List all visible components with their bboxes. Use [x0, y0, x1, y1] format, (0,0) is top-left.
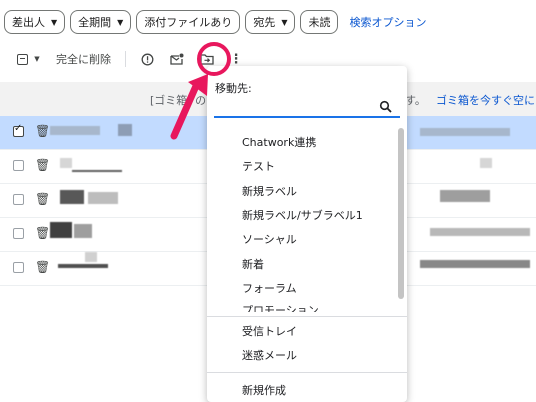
- delete-forever-label: 完全に削除: [56, 53, 111, 66]
- redacted-sender: [88, 192, 118, 204]
- redacted-snippet: [440, 190, 490, 202]
- label-list: Chatwork連携 テスト 新規ラベル 新規ラベル/サブラベル1 ソーシャル …: [207, 130, 407, 312]
- delete-forever-button[interactable]: 完全に削除: [56, 51, 111, 67]
- row-checkbox[interactable]: [13, 228, 24, 239]
- toolbar-divider: [125, 51, 126, 67]
- menu-item-label[interactable]: フォーラム: [207, 276, 407, 300]
- pointer-arrow-icon: [170, 74, 208, 140]
- redacted-sender: [50, 126, 100, 135]
- redacted-sender: [85, 252, 97, 262]
- menu-item-label[interactable]: ソーシャル: [207, 227, 407, 251]
- chevron-down-icon: ▼: [117, 17, 124, 27]
- filter-bar: 差出人 ▼ 全期間 ▼ 添付ファイルあり 宛先 ▼ 未読 検索オプション: [4, 8, 426, 36]
- chevron-down-icon: ▼: [34, 55, 40, 63]
- more-vert-icon: ⋮: [229, 51, 243, 67]
- menu-item-label[interactable]: 新規ラベル: [207, 179, 407, 203]
- move-to-search-input[interactable]: [214, 100, 400, 118]
- search-icon: [379, 100, 392, 113]
- empty-trash-link[interactable]: ゴミ箱を今すぐ空に: [436, 92, 535, 108]
- select-menu-button[interactable]: ▼: [28, 55, 46, 63]
- select-all-checkbox[interactable]: [0, 53, 28, 65]
- menu-item-label[interactable]: Chatwork連携: [207, 130, 407, 154]
- trash-icon: 🗑: [35, 226, 51, 240]
- redacted-sender: [50, 222, 72, 238]
- row-checkbox[interactable]: [13, 123, 24, 137]
- filter-chip-label: 宛先: [253, 16, 276, 29]
- trash-icon: 🗑: [35, 192, 51, 206]
- move-to-title: 移動先:: [215, 82, 252, 95]
- menu-item-spam[interactable]: 迷惑メール: [207, 343, 407, 367]
- checkbox-icon: [17, 53, 28, 65]
- filter-chip-from[interactable]: 差出人 ▼: [4, 10, 66, 34]
- filter-chip-label: 差出人: [12, 16, 45, 29]
- filter-chip-label: 添付ファイルあり: [144, 16, 233, 29]
- search-options-link[interactable]: 検索オプション: [349, 14, 426, 30]
- trash-icon: 🗑: [35, 124, 51, 138]
- redacted-snippet: [420, 128, 510, 136]
- filter-chip-has-attachment[interactable]: 添付ファイルあり: [136, 10, 241, 34]
- chevron-down-icon: ▼: [281, 17, 288, 27]
- menu-divider: [207, 372, 407, 373]
- menu-item-label[interactable]: 新着: [207, 251, 407, 275]
- create-new-section: 新規作成: [207, 378, 407, 402]
- redacted-snippet: [480, 158, 492, 168]
- banner-text-right: す。: [405, 94, 426, 107]
- trash-icon: 🗑: [35, 158, 51, 172]
- row-checkbox[interactable]: [13, 194, 24, 205]
- row-checkbox[interactable]: [13, 160, 24, 171]
- menu-item-label[interactable]: プロモーション: [207, 300, 407, 312]
- system-folder-list: 受信トレイ 迷惑メール: [207, 319, 407, 368]
- menu-divider: [207, 316, 407, 317]
- menu-item-label[interactable]: 新規ラベル/サブラベル1: [207, 203, 407, 227]
- redacted-sender: [60, 190, 84, 204]
- chevron-down-icon: ▼: [51, 17, 58, 27]
- filter-chip-to[interactable]: 宛先 ▼: [245, 10, 296, 34]
- redacted-sender: [58, 264, 108, 268]
- trash-icon: 🗑: [35, 260, 51, 274]
- redacted-sender: [72, 170, 122, 172]
- menu-item-inbox[interactable]: 受信トレイ: [207, 319, 407, 343]
- redacted-sender: [74, 224, 92, 238]
- menu-item-create-new[interactable]: 新規作成: [207, 378, 407, 402]
- redacted-sender: [118, 124, 132, 136]
- menu-item-label[interactable]: テスト: [207, 154, 407, 178]
- filter-chip-label: 全期間: [78, 16, 112, 29]
- filter-chip-period[interactable]: 全期間 ▼: [70, 10, 132, 34]
- move-to-menu: 移動先: Chatwork連携 テスト 新規ラベル 新規ラベル/サブラベル1 ソ…: [207, 66, 407, 402]
- filter-chip-label: 未読: [308, 16, 331, 29]
- redacted-sender: [60, 158, 72, 168]
- row-checkbox[interactable]: [13, 262, 24, 273]
- filter-chip-unread[interactable]: 未読: [300, 10, 339, 34]
- redacted-snippet: [420, 260, 530, 268]
- redacted-snippet: [430, 228, 530, 236]
